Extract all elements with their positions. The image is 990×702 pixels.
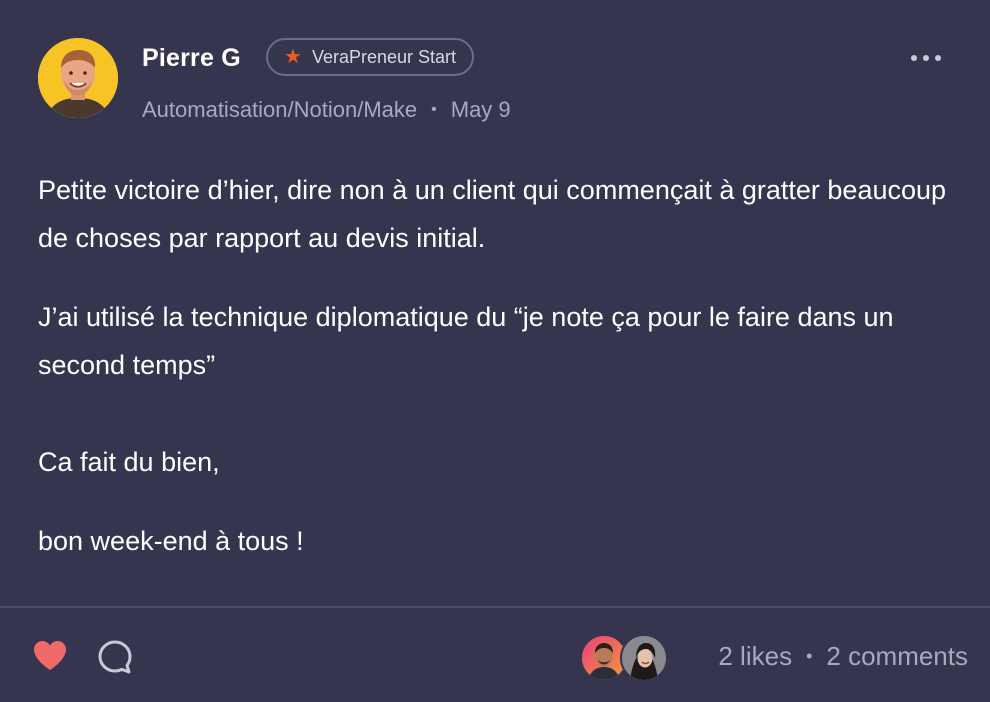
more-horizontal-icon: [923, 55, 929, 61]
post-paragraph: J’ai utilisé la technique diplomatique d…: [38, 302, 894, 380]
post-body: Petite victoire d’hier, dire non à un cl…: [38, 166, 948, 565]
heart-icon: [34, 641, 66, 670]
author-name[interactable]: Pierre G: [142, 43, 241, 73]
post-paragraph: Ca fait du bien,: [38, 447, 220, 477]
post-card: Pierre G ★ VeraPreneur Start Automatisat…: [0, 0, 990, 702]
post-stats: 2 likes • 2 comments: [718, 640, 968, 672]
post-paragraph: Petite victoire d’hier, dire non à un cl…: [38, 175, 947, 253]
meta-separator: •: [431, 101, 437, 118]
comment-bubble-icon: [98, 640, 132, 674]
star-icon: ★: [284, 46, 302, 68]
post-meta: Automatisation/Notion/Make • May 9: [142, 96, 511, 124]
badge-label: VeraPreneur Start: [311, 46, 457, 67]
membership-badge[interactable]: ★ VeraPreneur Start: [266, 38, 475, 76]
stats-separator: •: [806, 646, 813, 666]
likes-count[interactable]: 2 likes: [718, 640, 792, 672]
reactor-avatars[interactable]: [580, 634, 670, 682]
more-horizontal-icon: [911, 55, 917, 61]
author-avatar[interactable]: [38, 38, 118, 118]
like-button[interactable]: [30, 636, 70, 676]
avatar-portrait-image: [38, 38, 118, 118]
more-horizontal-icon: [935, 55, 941, 61]
post-date[interactable]: May 9: [451, 96, 511, 124]
reactor-portrait-image: [622, 636, 666, 680]
footer-divider: [0, 606, 990, 608]
post-category[interactable]: Automatisation/Notion/Make: [142, 96, 417, 124]
reactor-avatar: [620, 634, 668, 682]
more-options-button[interactable]: [904, 46, 948, 70]
comment-button[interactable]: [95, 637, 135, 677]
post-paragraph: bon week-end à tous !: [38, 526, 304, 556]
comments-count[interactable]: 2 comments: [826, 640, 968, 672]
